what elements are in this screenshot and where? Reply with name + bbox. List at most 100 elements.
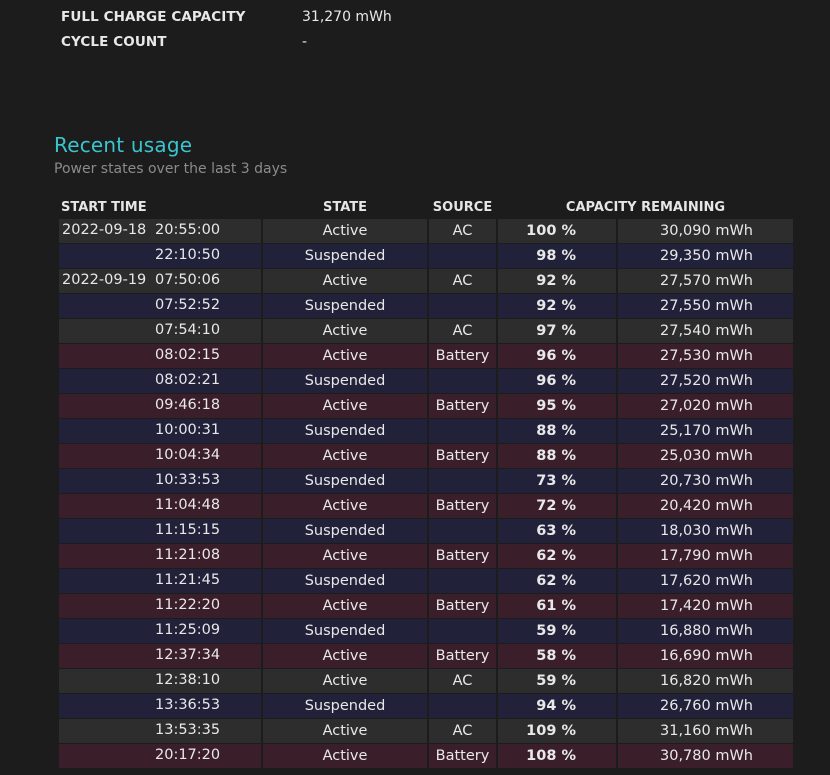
cell-capacity-percent: 73 % (498, 469, 616, 494)
cell-source: AC (429, 319, 496, 344)
column-header-state: STATE (322, 199, 368, 215)
cell-capacity-percent: 108 % (498, 744, 616, 769)
table-row: 10:00:31 Suspended 88 % 25,170 mWh (59, 419, 793, 444)
cell-capacity-mwh: 30,780 mWh (618, 744, 793, 769)
cell-capacity-mwh: 17,420 mWh (618, 594, 793, 619)
table-row: 12:37:34 Active Battery 58 % 16,690 mWh (59, 644, 793, 669)
cell-capacity-percent: 100 % (498, 219, 616, 244)
cell-source: Battery (429, 544, 496, 569)
cell-start-time: 11:22:20 (59, 594, 261, 619)
cell-source: Battery (429, 444, 496, 469)
cell-capacity-percent: 94 % (498, 694, 616, 719)
table-row: 2022-09-18 20:55:00 Active AC 100 % 30,090 mW… (59, 219, 793, 244)
table-header-row: START TIME STATE SOURCE CAPACITY REMAINI… (59, 195, 793, 219)
cell-capacity-mwh: 25,170 mWh (618, 419, 793, 444)
cell-source (429, 569, 496, 594)
cell-capacity-mwh: 29,350 mWh (618, 244, 793, 269)
start-time: 10:00:31 (155, 422, 221, 438)
cell-start-time: 2022-09-19 07:50:06 (59, 269, 261, 294)
cell-capacity-mwh: 16,880 mWh (618, 619, 793, 644)
cell-start-time: 08:02:15 (59, 344, 261, 369)
start-time: 07:52:52 (155, 297, 221, 313)
cell-start-time: 2022-09-18 20:55:00 (59, 219, 261, 244)
cell-source (429, 294, 496, 319)
cell-capacity-percent: 72 % (498, 494, 616, 519)
battery-report-page: FULL CHARGE CAPACITY 31,270 mWh CYCLE CO… (0, 0, 830, 775)
cell-capacity-mwh: 17,790 mWh (618, 544, 793, 569)
cell-source: AC (429, 269, 496, 294)
cell-capacity-mwh: 27,530 mWh (618, 344, 793, 369)
info-row-full-charge-capacity: FULL CHARGE CAPACITY 31,270 mWh (61, 4, 392, 29)
cell-source (429, 469, 496, 494)
table-row: 09:46:18 Active Battery 95 % 27,020 mWh (59, 394, 793, 419)
cell-capacity-mwh: 16,820 mWh (618, 669, 793, 694)
section-subtitle: Power states over the last 3 days (54, 161, 288, 177)
cell-capacity-percent: 88 % (498, 444, 616, 469)
start-time: 11:21:45 (155, 572, 221, 588)
start-time: 11:25:09 (155, 622, 221, 638)
cell-capacity-percent: 92 % (498, 294, 616, 319)
start-time: 08:02:15 (155, 347, 221, 363)
cell-state: Active (263, 444, 427, 469)
cell-capacity-percent: 88 % (498, 419, 616, 444)
cell-state: Active (263, 394, 427, 419)
cell-start-time: 10:33:53 (59, 469, 261, 494)
cell-state: Suspended (263, 519, 427, 544)
start-time: 13:53:35 (155, 722, 221, 738)
table-row: 13:36:53 Suspended 94 % 26,760 mWh (59, 694, 793, 719)
cell-capacity-mwh: 26,760 mWh (618, 694, 793, 719)
cell-state: Suspended (263, 294, 427, 319)
cell-capacity-mwh: 30,090 mWh (618, 219, 793, 244)
cell-source (429, 694, 496, 719)
table-row: 13:53:35 Active AC 109 % 31,160 mWh (59, 719, 793, 744)
cell-capacity-percent: 95 % (498, 394, 616, 419)
cell-capacity-mwh: 27,570 mWh (618, 269, 793, 294)
table-row: 11:15:15 Suspended 63 % 18,030 mWh (59, 519, 793, 544)
cell-capacity-mwh: 20,730 mWh (618, 469, 793, 494)
start-time: 11:04:48 (155, 497, 221, 513)
start-date: 2022-09-18 (62, 222, 147, 238)
cell-capacity-percent: 59 % (498, 669, 616, 694)
info-row-cycle-count: CYCLE COUNT - (61, 29, 392, 54)
cell-capacity-mwh: 18,030 mWh (618, 519, 793, 544)
cell-state: Suspended (263, 694, 427, 719)
cell-capacity-percent: 59 % (498, 619, 616, 644)
cell-state: Active (263, 319, 427, 344)
table-row: 11:25:09 Suspended 59 % 16,880 mWh (59, 619, 793, 644)
column-header-capacity-remaining: CAPACITY REMAINING (565, 199, 726, 215)
cell-capacity-mwh: 25,030 mWh (618, 444, 793, 469)
start-time: 09:46:18 (155, 397, 221, 413)
cell-state: Suspended (263, 569, 427, 594)
cell-source: Battery (429, 594, 496, 619)
cell-capacity-percent: 96 % (498, 369, 616, 394)
cell-source (429, 244, 496, 269)
info-value: 31,270 mWh (302, 8, 392, 25)
cell-start-time: 11:21:45 (59, 569, 261, 594)
cell-start-time: 20:17:20 (59, 744, 261, 769)
start-time: 07:54:10 (155, 322, 221, 338)
start-time: 22:10:50 (155, 247, 221, 263)
info-value: - (302, 33, 308, 50)
start-time: 11:22:20 (155, 597, 221, 613)
cell-state: Active (263, 219, 427, 244)
info-label: CYCLE COUNT (61, 33, 167, 50)
cell-capacity-percent: 97 % (498, 319, 616, 344)
cell-capacity-mwh: 27,540 mWh (618, 319, 793, 344)
cell-start-time: 10:00:31 (59, 419, 261, 444)
start-time: 20:17:20 (155, 747, 221, 763)
cell-state: Active (263, 744, 427, 769)
recent-usage-table: START TIME STATE SOURCE CAPACITY REMAINI… (57, 195, 795, 769)
start-time: 20:55:00 (155, 222, 221, 238)
column-header-source: SOURCE (432, 199, 493, 215)
cell-capacity-percent: 61 % (498, 594, 616, 619)
cell-start-time: 07:52:52 (59, 294, 261, 319)
cell-source: AC (429, 719, 496, 744)
table-row: 08:02:15 Active Battery 96 % 27,530 mWh (59, 344, 793, 369)
cell-capacity-mwh: 17,620 mWh (618, 569, 793, 594)
table-row: 10:33:53 Suspended 73 % 20,730 mWh (59, 469, 793, 494)
table-body: 2022-09-18 20:55:00 Active AC 100 % 30,090 mW… (59, 219, 793, 769)
cell-capacity-percent: 63 % (498, 519, 616, 544)
cell-capacity-percent: 58 % (498, 644, 616, 669)
cell-state: Active (263, 644, 427, 669)
table-row: 11:22:20 Active Battery 61 % 17,420 mWh (59, 594, 793, 619)
